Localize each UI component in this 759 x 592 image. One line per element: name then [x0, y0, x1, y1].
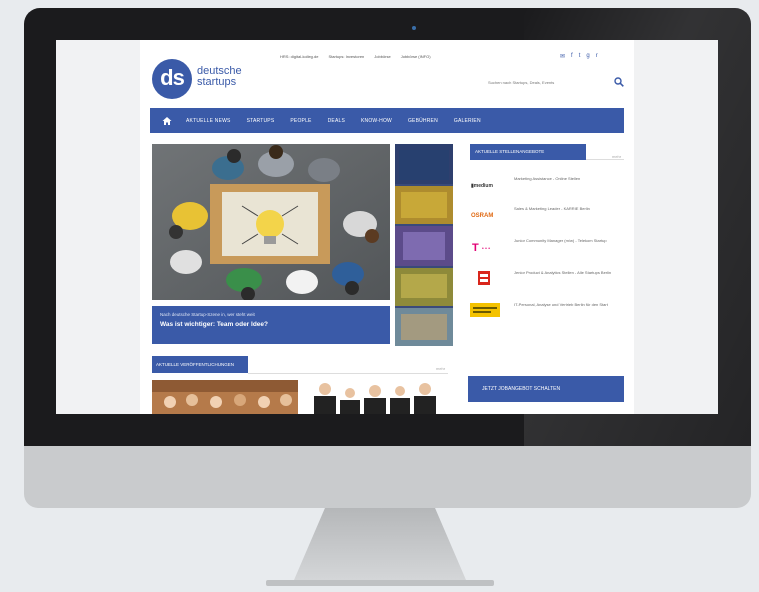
topnav-item[interactable]: Jobbörse [374, 54, 390, 59]
svg-text:OSRAM: OSRAM [471, 213, 493, 219]
monitor-chin [24, 446, 751, 508]
monitor-stand-base [266, 580, 494, 586]
section-more-link[interactable]: mehr [436, 366, 445, 371]
job-title: Sales & Marketing Leader - KARRIE Berlin [514, 206, 590, 211]
company-logo [470, 303, 500, 317]
job-title: IT-Personal, Analyse und Vertrieb Berlin… [514, 302, 608, 307]
post-job-button[interactable]: JETZT JOBANGEBOT SCHALTEN [468, 376, 624, 402]
googleplus-icon[interactable]: g [586, 53, 589, 60]
social-links: ✉ f t g r [560, 53, 598, 60]
company-logo: OSRAM [471, 213, 493, 219]
nav-item-knowhow[interactable]: KNOW-HOW [361, 118, 392, 124]
company-logo: T • • • [472, 242, 490, 254]
topnav-item[interactable]: Jobbörse (INFO) [401, 54, 431, 59]
mail-icon[interactable]: ✉ [560, 53, 565, 60]
nav-item-startups[interactable]: STARTUPS [247, 118, 275, 124]
company-logo [478, 271, 490, 285]
screen: ds deutsche startups HRS: digital-kolleg… [56, 40, 718, 414]
job-title: Jenior Product & Analytics Stellen - All… [514, 270, 612, 275]
topnav-item[interactable]: HRS: digital-kolleg.de [280, 54, 318, 59]
main-navigation: AKTUELLE NEWS STARTUPS PEOPLE DEALS KNOW… [150, 108, 624, 133]
hero-kicker: Nach deutsche Startup-Szene in, wer steh… [160, 312, 255, 317]
article-thumbnail[interactable] [152, 380, 298, 414]
nav-item-news[interactable]: AKTUELLE NEWS [186, 118, 231, 124]
jobs-heading[interactable]: AKTUELLE STELLENANGEBOTE [470, 144, 586, 160]
article-thumbnail-strip[interactable] [395, 144, 453, 346]
logo-initials: ds [160, 65, 185, 90]
job-listing[interactable]: OSRAM Sales & Marketing Leader - KARRIE … [470, 202, 626, 228]
job-listing[interactable]: ▮medium Marketing Assistance - Online St… [470, 172, 626, 198]
job-title: Marketing Assistance - Online Stellen [514, 176, 581, 181]
job-listing[interactable]: IT-Personal, Analyse und Vertrieb Berlin… [470, 298, 626, 324]
facebook-icon[interactable]: f [571, 53, 573, 60]
nav-item-galerien[interactable]: GALERIEN [454, 118, 481, 124]
jobs-more-link[interactable]: mehr [612, 154, 621, 159]
nav-item-people[interactable]: PEOPLE [290, 118, 311, 124]
search-box [488, 76, 628, 90]
search-icon[interactable] [614, 77, 624, 87]
article-thumbnail[interactable] [304, 380, 452, 414]
logo-text[interactable]: deutsche startups [197, 66, 242, 88]
nav-item-gebuehren[interactable]: GEBÜHREN [408, 118, 438, 124]
topnav-item[interactable]: Startups: Investoren [328, 54, 364, 59]
webcam-dot [412, 26, 416, 30]
svg-text:▮medium: ▮medium [471, 183, 493, 189]
svg-text:T: T [472, 242, 479, 254]
hero-image[interactable] [152, 144, 390, 300]
monitor-stand [294, 508, 466, 580]
svg-text:• • •: • • • [482, 246, 490, 252]
hero-title[interactable]: Was ist wichtiger: Team oder Idee? [160, 321, 382, 328]
jobs-divider [586, 159, 624, 160]
job-listing[interactable]: Jenior Product & Analytics Stellen - All… [470, 266, 626, 292]
search-input[interactable] [488, 77, 608, 87]
rss-icon[interactable]: r [596, 53, 598, 60]
job-title: Junior Community Manager (m/w) - Telekom… [514, 238, 607, 243]
section-divider [248, 373, 448, 374]
website: ds deutsche startups HRS: digital-kolleg… [140, 40, 634, 414]
nav-item-deals[interactable]: DEALS [328, 118, 345, 124]
top-navigation: HRS: digital-kolleg.de Startups: Investo… [280, 54, 431, 59]
job-listing[interactable]: T • • • Junior Community Manager (m/w) - … [470, 234, 626, 260]
hero-caption[interactable]: Nach deutsche Startup-Szene in, wer steh… [152, 306, 390, 344]
twitter-icon[interactable]: t [579, 53, 581, 60]
logo-line-2: startups [197, 76, 237, 88]
company-logo: ▮medium [471, 183, 493, 189]
section-heading[interactable]: AKTUELLE VERÖFFENTLICHUNGEN [152, 356, 248, 373]
logo-icon[interactable]: ds [152, 59, 192, 99]
home-icon[interactable] [162, 116, 172, 126]
